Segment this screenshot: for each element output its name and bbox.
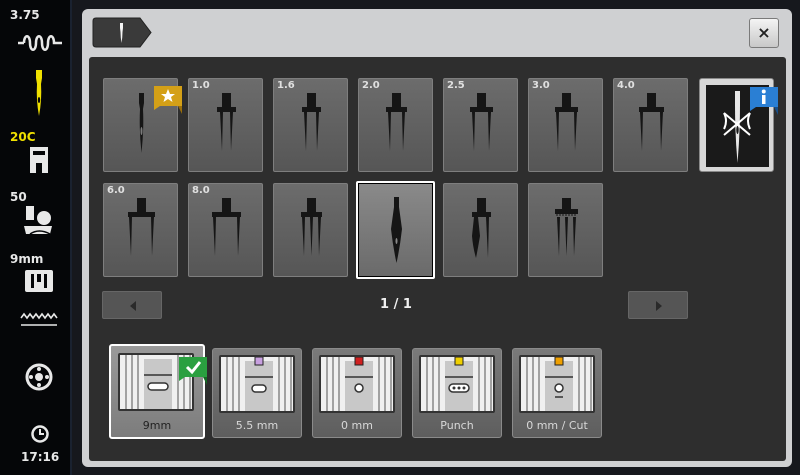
status-sidebar: 3.75 20C 50 9mm 17:16 [0,0,72,475]
foot-option-punch[interactable]: Punch [412,348,502,438]
twin-needle-icon [212,198,241,256]
feed-dog-icon[interactable] [20,312,58,330]
foot-option-9mm[interactable]: 9mm [109,344,207,439]
checkmark-badge-icon [179,357,207,385]
stitch-plate-value: 9mm [10,252,44,266]
presser-foot-icon[interactable] [28,145,50,175]
foot-label: Punch [440,419,474,432]
needle-tile-twin-1-0[interactable]: 1.0 [188,78,263,172]
needle-info-button[interactable] [699,78,778,172]
needle-tile-twin-2-0[interactable]: 2.0 [358,78,433,172]
close-button[interactable]: × [749,18,779,48]
foot-option-0mm-cut[interactable]: 0 mm / Cut [512,348,602,438]
foot-label: 5.5 mm [235,419,279,432]
twin-needle-icon [302,93,321,151]
arrow-right-icon [656,301,662,311]
triple-needle-icon [301,198,322,256]
needle-tile-triple-bar[interactable] [528,183,603,277]
twin-needle-icon [639,93,664,151]
page-indicator: 1 / 1 [380,297,412,312]
screen: 3.75 20C 50 9mm 17:16 × 1.0 1.6 2.0 2.5 … [0,0,800,475]
needle-position-value: 20C [10,130,36,144]
twin-needle-icon [128,198,155,256]
needle-tile-twin-8-0[interactable]: 8.0 [188,183,263,277]
foot-label: 9mm [142,419,172,432]
stitch-plate-0mm-icon [326,357,392,411]
needle-tile-wing[interactable] [356,181,435,279]
needle-tile-single[interactable] [103,78,182,172]
info-badge-icon [750,87,778,115]
foot-5-5mm-image [219,355,295,413]
wing-needle-icon [391,197,402,263]
stitch-width-value: 3.75 [10,8,40,22]
stitch-width-icon[interactable] [16,30,64,56]
clock-icon [31,425,49,443]
twin-needle-icon [555,93,578,151]
next-page-button[interactable] [628,291,688,319]
foot-pressure-value: 50 [10,190,27,204]
twin-needle-icon [386,93,407,151]
dialog-title-tab [92,17,152,48]
arrow-left-icon [130,301,136,311]
stitch-plate-punch-icon [426,357,492,411]
foot-0mm-cut-image [519,355,595,413]
triple-bar-needle-icon [555,198,578,256]
needle-tile-twin-4-0[interactable]: 4.0 [613,78,688,172]
foot-option-5-5mm[interactable]: 5.5 mm [212,348,302,438]
foot-pressure-icon[interactable] [22,204,56,238]
twin-needle-icon [217,93,236,151]
needle-tile-twin-6-0[interactable]: 6.0 [103,183,178,277]
foot-punch-image [419,355,495,413]
double-wing-needle-icon [472,198,491,258]
time-value: 17:16 [21,450,60,464]
stitch-plate-5-5mm-icon [226,357,292,411]
needle-tile-triple[interactable] [273,183,348,277]
needle-tile-twin-3-0[interactable]: 3.0 [528,78,603,172]
previous-page-button[interactable] [102,291,162,319]
foot-label: 0 mm / Cut [526,419,588,432]
stitch-plate-icon[interactable] [24,269,54,293]
favorite-star-badge-icon [154,86,182,114]
foot-label: 0 mm [341,419,373,432]
stitch-plate-0mm-cut-icon [526,357,592,411]
needle-tile-twin-1-6[interactable]: 1.6 [273,78,348,172]
foot-option-0mm[interactable]: 0 mm [312,348,402,438]
bobbin-icon[interactable] [24,362,54,392]
needle-tile-double-wing[interactable] [443,183,518,277]
needle-yellow-icon[interactable] [30,70,48,118]
foot-0mm-image [319,355,395,413]
twin-needle-icon [470,93,493,151]
needle-tile-twin-2-5[interactable]: 2.5 [443,78,518,172]
